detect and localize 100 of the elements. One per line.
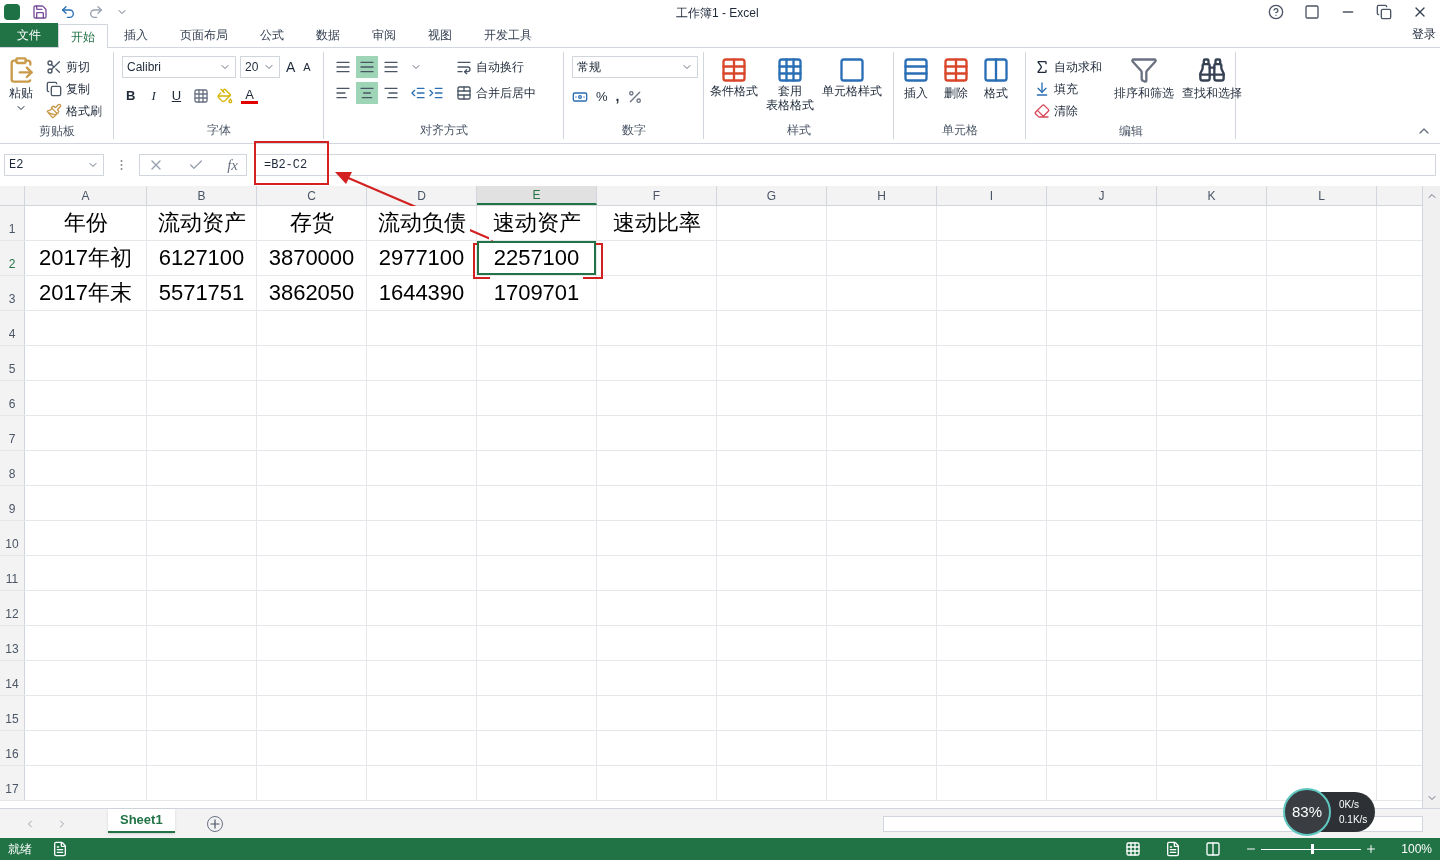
row-header[interactable]: 11 — [0, 556, 25, 590]
row-header[interactable]: 12 — [0, 591, 25, 625]
cells-button[interactable]: 插入 — [902, 56, 930, 102]
align-lines-icon — [383, 59, 399, 75]
ribbon-tab[interactable]: 页面布局 — [164, 23, 244, 47]
font-size-dropdown[interactable]: 20 — [240, 56, 280, 78]
percent-button[interactable]: % — [596, 86, 608, 107]
drag-handle-icon[interactable] — [120, 159, 123, 171]
underline-button[interactable]: U — [167, 86, 186, 106]
row-header[interactable]: 15 — [0, 696, 25, 730]
ribbon-button[interactable]: 自动换行 — [452, 56, 540, 78]
sort-filter-button[interactable]: 排序和筛选 — [1114, 56, 1174, 122]
formula-field[interactable]: =B2-C2 — [255, 154, 1436, 176]
help-icon[interactable] — [1268, 4, 1284, 20]
comma-button[interactable]: , — [615, 86, 620, 107]
row-header[interactable]: 5 — [0, 346, 25, 380]
row-header[interactable]: 16 — [0, 731, 25, 765]
ribbon-button[interactable]: 格式刷 — [42, 100, 106, 122]
zoom-in-icon[interactable] — [1365, 843, 1378, 855]
sheet-tab[interactable]: Sheet1 — [108, 809, 175, 833]
row-header[interactable]: 13 — [0, 626, 25, 660]
redo-icon[interactable] — [88, 4, 104, 20]
font-color-button[interactable]: A — [241, 87, 258, 104]
find-select-button[interactable]: 查找和选择 — [1182, 56, 1242, 122]
column-header[interactable]: H — [827, 186, 937, 205]
column-header[interactable]: G — [717, 186, 827, 205]
decrease-indent-icon[interactable] — [410, 85, 426, 101]
shrink-font-button[interactable]: A — [301, 58, 313, 76]
ribbon-tab[interactable]: 开始 — [58, 24, 108, 48]
group-label: 剪贴板 — [38, 124, 75, 137]
sign-in-link[interactable]: 登录 — [1412, 25, 1440, 47]
group-label: 单元格 — [941, 124, 978, 136]
vertical-align-button[interactable] — [356, 56, 378, 78]
italic-button[interactable]: I — [147, 86, 160, 106]
paste-button[interactable]: 粘贴 — [4, 56, 38, 122]
cells-button[interactable]: 格式 — [982, 56, 1010, 102]
ribbon-tab[interactable]: 插入 — [108, 23, 164, 47]
style-button[interactable]: 条件格式 — [708, 56, 760, 112]
restore-icon[interactable] — [1376, 4, 1392, 20]
bold-button[interactable]: B — [122, 86, 140, 106]
fill-color-icon[interactable] — [217, 87, 234, 104]
column-header[interactable]: B — [147, 186, 257, 205]
page-break-icon[interactable] — [1205, 841, 1222, 857]
increase-indent-icon[interactable] — [428, 85, 444, 101]
ribbon-button[interactable]: 填充 — [1030, 78, 1106, 100]
row-header[interactable]: 2 — [0, 241, 25, 275]
fill-down-icon — [1034, 81, 1050, 97]
column-header[interactable]: J — [1047, 186, 1157, 205]
ribbon-tab[interactable]: 开发工具 — [468, 23, 548, 47]
horizontal-align-button[interactable] — [356, 82, 378, 104]
wrap-text-icon — [456, 59, 472, 75]
ribbon-tab[interactable]: 视图 — [412, 23, 468, 47]
row-header[interactable]: 6 — [0, 381, 25, 415]
macro-record-icon[interactable] — [52, 841, 68, 857]
grow-font-button[interactable]: A — [284, 56, 298, 78]
row-header[interactable]: 14 — [0, 661, 25, 695]
column-header[interactable]: C — [257, 186, 367, 205]
column-header[interactable]: I — [937, 186, 1047, 205]
row-header[interactable]: 8 — [0, 451, 25, 485]
row-header[interactable]: 4 — [0, 311, 25, 345]
ribbon-tab[interactable]: 文件 — [0, 23, 58, 47]
column-header[interactable]: K — [1157, 186, 1267, 205]
normal-view-icon[interactable] — [1125, 841, 1142, 857]
format-cells-icon — [982, 56, 1010, 84]
ribbon-button[interactable]: 剪切 — [42, 56, 106, 78]
row-header[interactable]: 9 — [0, 486, 25, 520]
ribbon-button[interactable]: 自动求和 — [1030, 56, 1106, 78]
row-header[interactable]: 10 — [0, 521, 25, 555]
ribbon-tab[interactable]: 公式 — [244, 23, 300, 47]
zoom-thumb[interactable] — [1311, 843, 1315, 854]
ribbon-tab[interactable]: 数据 — [300, 23, 356, 47]
column-header[interactable]: F — [597, 186, 717, 205]
number-format-dropdown[interactable]: 常规 — [572, 56, 698, 78]
row-header[interactable]: 17 — [0, 766, 25, 800]
cells-button[interactable]: 删除 — [942, 56, 970, 102]
column-header[interactable]: E — [477, 186, 597, 205]
align-lines-icon — [383, 85, 399, 101]
ribbon-display-icon[interactable] — [1304, 4, 1320, 20]
row-header[interactable]: 7 — [0, 416, 25, 450]
border-icon[interactable] — [193, 87, 210, 104]
save-icon[interactable] — [32, 4, 48, 20]
page-layout-icon[interactable] — [1165, 841, 1182, 857]
style-button[interactable]: 套用 表格格式 — [764, 56, 816, 112]
style-button[interactable]: 单元格样式 — [820, 56, 884, 112]
ribbon-tab[interactable]: 审阅 — [356, 23, 412, 47]
status-text: 就绪 — [8, 841, 32, 858]
align-lines-icon — [335, 59, 351, 75]
column-header[interactable]: L — [1267, 186, 1377, 205]
row-header[interactable]: 3 — [0, 276, 25, 310]
ribbon-button[interactable]: 复制 — [42, 78, 106, 100]
name-box[interactable]: E2 — [4, 154, 104, 176]
ribbon-button[interactable]: 清除 — [1030, 100, 1106, 122]
undo-icon[interactable] — [60, 4, 76, 20]
ribbon-button[interactable]: 合并后居中 — [452, 82, 540, 104]
row-header[interactable]: 1 — [0, 206, 25, 240]
font-name-dropdown[interactable]: Calibri — [122, 56, 236, 78]
zoom-level[interactable]: 100% — [1401, 840, 1432, 858]
insert-function-button[interactable]: fx — [227, 153, 238, 177]
group-label: 字体 — [206, 124, 231, 136]
column-header[interactable]: A — [25, 186, 147, 205]
